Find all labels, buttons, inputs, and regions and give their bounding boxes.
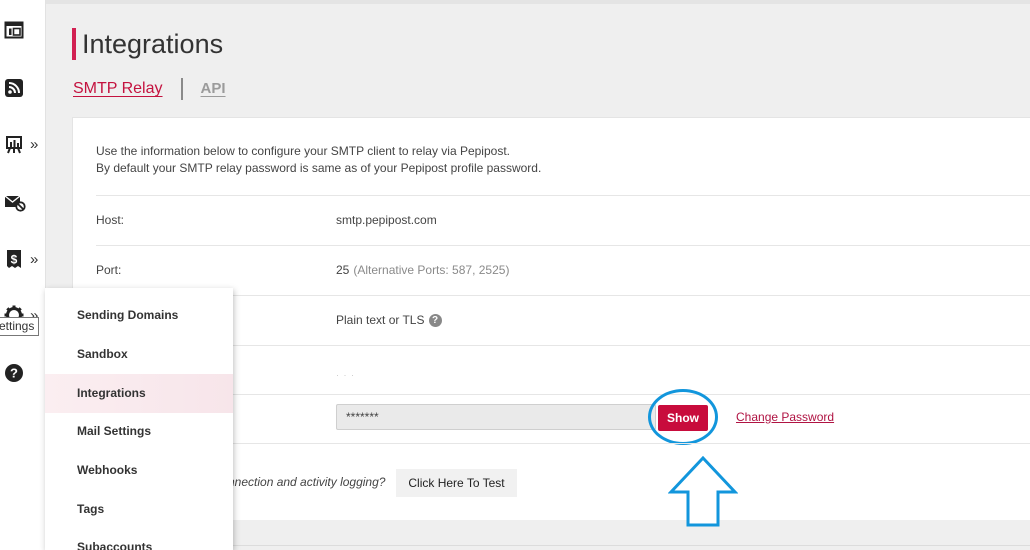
layout-icon	[4, 21, 24, 39]
port-value: 25 (Alternative Ports: 587, 2525)	[336, 263, 509, 277]
password-field[interactable]	[336, 404, 656, 430]
menu-item-mail-settings[interactable]: Mail Settings	[45, 412, 233, 451]
up-arrow-icon	[668, 456, 738, 527]
question-icon[interactable]: ?	[428, 313, 442, 327]
intro-line-2: By default your SMTP relay password is s…	[96, 161, 542, 175]
divider	[96, 245, 1030, 246]
alternative-ports: (Alternative Ports: 587, 2525)	[353, 263, 510, 277]
divider	[96, 295, 1030, 296]
sidebar-item-feed[interactable]	[0, 73, 46, 103]
encryption-value: Plain text or TLS ?	[336, 313, 442, 327]
tab-divider	[180, 78, 183, 100]
mail-block-icon	[4, 195, 26, 212]
help-icon: ?	[5, 364, 23, 382]
sidebar-item-suppression[interactable]	[0, 187, 46, 217]
sidebar-item-billing[interactable]: $ »	[0, 244, 46, 274]
show-password-button[interactable]: Show	[658, 405, 708, 431]
settings-dropdown-menu: Sending Domains Sandbox Integrations Mai…	[45, 288, 233, 550]
change-password-link[interactable]: Change Password	[736, 410, 834, 424]
rss-icon	[5, 79, 23, 97]
port-text: 25	[336, 263, 350, 277]
menu-item-integrations[interactable]: Integrations	[45, 374, 233, 413]
host-text: smtp.pepipost.com	[336, 213, 437, 227]
svg-text:?: ?	[10, 366, 18, 381]
page-title: Integrations	[72, 28, 223, 60]
divider	[96, 394, 1030, 395]
sidebar-chevron: »	[30, 250, 39, 268]
tab-smtp-relay[interactable]: SMTP Relay	[73, 78, 163, 100]
port-label: Port:	[96, 263, 122, 277]
tab-api[interactable]: API	[201, 78, 226, 100]
divider	[96, 345, 1030, 346]
test-connection-question: nnection and activity logging?	[228, 475, 386, 489]
svg-text:$: $	[11, 253, 18, 267]
sidebar-chevron: »	[30, 135, 39, 153]
username-value: · · ·	[336, 370, 355, 380]
menu-item-webhooks[interactable]: Webhooks	[45, 451, 233, 490]
bottom-divider	[233, 545, 1030, 546]
host-label: Host:	[96, 213, 125, 227]
menu-item-sandbox[interactable]: Sandbox	[45, 335, 233, 374]
divider	[96, 443, 1030, 444]
sidebar-item-reports[interactable]: »	[0, 129, 46, 159]
settings-tooltip: ettings	[0, 317, 40, 336]
tab-bar: SMTP Relay API	[73, 78, 226, 100]
intro-text: Use the information below to configure y…	[96, 143, 541, 177]
menu-item-subaccounts[interactable]: Subaccounts	[45, 528, 233, 550]
test-connection-button[interactable]: Click Here To Test	[396, 469, 517, 497]
host-value: smtp.pepipost.com	[336, 213, 437, 227]
sidebar: » $ » » ?	[0, 0, 46, 550]
billing-icon: $	[7, 250, 21, 268]
sidebar-item-help[interactable]: ?	[0, 358, 46, 388]
menu-item-tags[interactable]: Tags	[45, 490, 233, 529]
encryption-text: Plain text or TLS	[336, 313, 425, 327]
intro-line-1: Use the information below to configure y…	[96, 144, 510, 158]
reports-icon	[6, 136, 22, 154]
divider	[96, 195, 1030, 196]
sidebar-item-dashboard[interactable]	[0, 15, 46, 45]
menu-item-sending-domains[interactable]: Sending Domains	[45, 296, 233, 335]
top-strip	[0, 0, 1030, 4]
